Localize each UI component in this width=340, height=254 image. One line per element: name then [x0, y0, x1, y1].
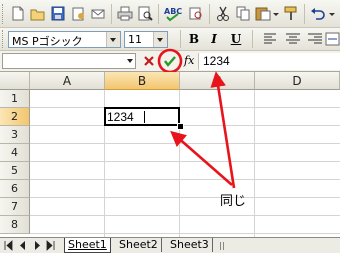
chevron-down-icon[interactable] — [153, 32, 167, 47]
tab-sheet3[interactable]: Sheet3 — [167, 238, 213, 252]
new-icon[interactable] — [9, 5, 27, 22]
row-header-4[interactable]: 4 — [0, 144, 30, 162]
gridline — [30, 125, 340, 126]
open-icon[interactable] — [29, 5, 47, 22]
font-size-select[interactable]: 11 — [124, 31, 168, 48]
column-header-c[interactable]: C — [180, 72, 255, 90]
font-name-select[interactable]: MS Pゴシック — [8, 31, 121, 48]
print-preview-icon[interactable] — [136, 5, 154, 22]
align-left-icon[interactable] — [262, 31, 280, 48]
worksheet-grid: A B C D 1 2 3 4 5 6 7 8 1234 — [0, 72, 340, 237]
text-cursor — [144, 111, 145, 123]
toolbar-grip[interactable] — [2, 30, 6, 48]
paste-options-chevron-down-icon[interactable] — [272, 5, 280, 22]
permission-icon[interactable] — [69, 5, 87, 22]
copy-icon[interactable] — [234, 5, 252, 22]
toolbar-separator — [180, 30, 181, 48]
row-header-7[interactable]: 7 — [0, 198, 30, 216]
undo-chevron-down-icon[interactable] — [327, 5, 337, 22]
highlight-circle — [157, 48, 183, 74]
column-header-d[interactable]: D — [255, 72, 340, 90]
select-all-corner[interactable] — [0, 72, 30, 90]
save-icon[interactable] — [49, 5, 67, 22]
active-cell-b2[interactable]: 1234 — [104, 107, 180, 126]
cancel-icon[interactable] — [141, 52, 157, 70]
formula-bar: fx 1234 — [0, 48, 340, 74]
font-size-value: 11 — [128, 33, 142, 46]
svg-text:ABC: ABC — [164, 7, 182, 16]
underline-button[interactable]: U — [228, 31, 244, 47]
toolbar-separator — [252, 30, 253, 48]
gridline — [30, 233, 340, 234]
toolbar-separator — [111, 4, 112, 24]
gridline — [30, 107, 340, 108]
toolbar-grip[interactable] — [2, 4, 6, 24]
print-icon[interactable] — [116, 5, 134, 22]
standard-toolbar: ABC — [0, 0, 340, 28]
merge-center-icon[interactable] — [325, 31, 340, 48]
align-center-icon[interactable] — [284, 31, 302, 48]
name-box[interactable] — [2, 53, 136, 69]
format-painter-icon[interactable] — [282, 5, 300, 22]
row-header-3[interactable]: 3 — [0, 126, 30, 144]
chevron-down-icon[interactable] — [106, 32, 120, 47]
gridline — [30, 143, 340, 144]
bold-button[interactable]: B — [186, 31, 202, 47]
row-header-6[interactable]: 6 — [0, 180, 30, 198]
paste-icon[interactable] — [254, 5, 272, 22]
column-header-a[interactable]: A — [30, 72, 105, 90]
italic-button[interactable]: I — [206, 31, 222, 47]
gridline — [30, 179, 340, 180]
tab-sheet2[interactable]: Sheet2 — [116, 238, 162, 252]
font-name-value: MS Pゴシック — [12, 35, 83, 48]
row-header-1[interactable]: 1 — [0, 90, 30, 108]
cut-icon[interactable] — [214, 5, 232, 22]
tab-navigation — [3, 240, 61, 251]
email-icon[interactable] — [89, 5, 107, 22]
insert-function-icon[interactable]: fx — [184, 54, 194, 67]
chevron-down-icon[interactable] — [127, 59, 133, 66]
spelling-icon[interactable]: ABC — [163, 5, 185, 22]
annotation-label: 同じ — [220, 194, 247, 209]
tab-sheet1[interactable]: Sheet1 — [64, 238, 111, 253]
toolbar-separator — [304, 4, 305, 24]
row-header-8[interactable]: 8 — [0, 216, 30, 234]
cell-b2-value: 1234 — [107, 110, 134, 124]
formula-input-value: 1234 — [203, 54, 230, 68]
row-header-5[interactable]: 5 — [0, 162, 30, 180]
toolbar-separator — [158, 4, 159, 24]
formula-input[interactable]: 1234 — [198, 53, 340, 70]
gridline — [30, 197, 340, 198]
toolbar-separator — [209, 4, 210, 24]
undo-icon[interactable] — [309, 5, 327, 22]
column-header-b[interactable]: B — [105, 72, 180, 90]
row-header-2[interactable]: 2 — [0, 108, 30, 126]
research-icon[interactable] — [187, 5, 205, 22]
sheet-tab-bar: Sheet1 Sheet2 Sheet3 — [0, 237, 340, 253]
gridline — [30, 161, 340, 162]
align-right-icon[interactable] — [306, 31, 324, 48]
fill-handle[interactable] — [177, 123, 184, 130]
gridline — [30, 215, 340, 216]
tab-split-handle[interactable] — [220, 242, 224, 250]
